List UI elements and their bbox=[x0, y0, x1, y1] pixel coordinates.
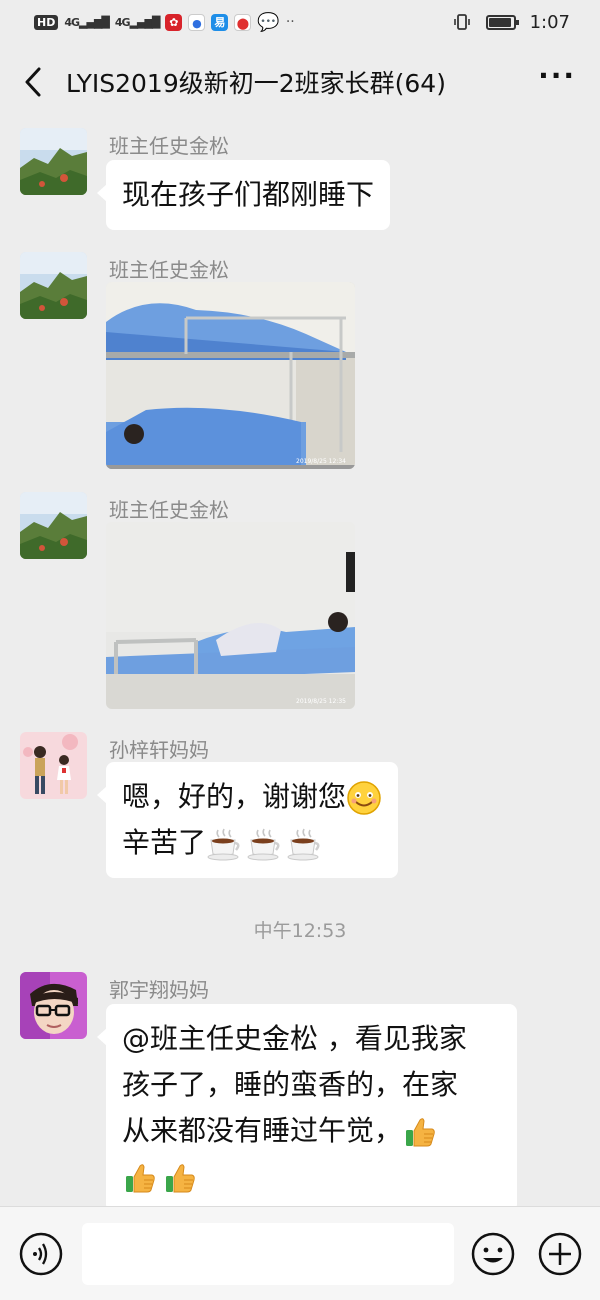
huawei-app-icon: ✿ bbox=[165, 13, 183, 31]
mountain-landscape-avatar-icon bbox=[20, 252, 87, 319]
photo-timestamp: 2019/8/25 12:34 bbox=[296, 458, 346, 465]
boy-glasses-avatar-icon bbox=[20, 972, 87, 1039]
photo-timestamp: 2019/8/25 12:35 bbox=[296, 698, 346, 705]
message-text-line: 嗯，好的，谢谢您 bbox=[122, 774, 382, 820]
sender-name: 班主任史金松 bbox=[109, 258, 229, 282]
maps-pin-icon: ⬤ bbox=[234, 13, 252, 31]
smile-emoji-icon bbox=[347, 781, 381, 815]
mountain-landscape-avatar-icon bbox=[20, 128, 87, 195]
coffee-emoji-icon bbox=[247, 828, 280, 861]
vibrate-icon bbox=[453, 14, 470, 30]
message-item: 郭宇翔妈妈 @班主任史金松 ，看见我家 孩子了，睡的蛮香的，在家 从来都没有睡过… bbox=[0, 966, 600, 1206]
message-item: 班主任史金松 2019/8/25 12:34 bbox=[0, 246, 600, 476]
clock: 1:07 bbox=[529, 11, 570, 33]
message-text-line: 孩子了，睡的蛮香的，在家 bbox=[122, 1068, 459, 1101]
emoji-face-icon bbox=[471, 1232, 515, 1276]
sender-avatar[interactable] bbox=[20, 972, 87, 1039]
emoji-button[interactable] bbox=[470, 1231, 516, 1277]
battery-level bbox=[488, 17, 511, 27]
message-bubble[interactable]: 嗯，好的，谢谢您 辛苦了 bbox=[96, 762, 399, 878]
mountain-landscape-avatar-icon bbox=[20, 492, 87, 559]
sender-name: 郭宇翔妈妈 bbox=[109, 978, 209, 1002]
message-input[interactable] bbox=[82, 1223, 454, 1285]
time-divider: 中午12:53 bbox=[253, 920, 347, 942]
message-item: 班主任史金松 现在孩子们都刚睡下 bbox=[0, 122, 600, 232]
message-list[interactable]: 班主任史金松 现在孩子们都刚睡下 班主任史金松 2019/8/25 12:34 … bbox=[0, 120, 600, 1206]
message-item: 孙梓轩妈妈 嗯，好的，谢谢您 辛苦了 bbox=[0, 726, 600, 886]
message-text: 现在孩子们都刚睡下 bbox=[122, 178, 375, 211]
message-item: 班主任史金松 2019/8/25 12:35 bbox=[0, 486, 600, 716]
more-dots-icon: ·· bbox=[285, 14, 295, 30]
back-chevron-icon bbox=[25, 67, 41, 97]
more-dots-icon: ··· bbox=[538, 59, 576, 92]
battery-icon bbox=[485, 14, 519, 30]
status-icons-right: 1:07 bbox=[452, 12, 570, 33]
back-button[interactable] bbox=[22, 62, 52, 102]
bed-photo: 2019/8/25 12:35 bbox=[106, 522, 355, 709]
message-text-line: 从来都没有睡过午觉， bbox=[122, 1108, 501, 1154]
coffee-emoji-icon bbox=[287, 828, 320, 861]
thumbs-up-emoji-icon bbox=[126, 1164, 155, 1193]
message-text-line: @班主任史金松 ，看见我家 bbox=[122, 1022, 467, 1055]
signal-4g-icon: 4G▂▄▆█ bbox=[64, 15, 110, 29]
thumbs-up-emoji-icon bbox=[166, 1164, 195, 1193]
message-bubble[interactable]: 现在孩子们都刚睡下 bbox=[96, 160, 391, 230]
thumbs-up-emoji-icon bbox=[406, 1118, 435, 1147]
plus-icon bbox=[538, 1232, 582, 1276]
message-text-line: 辛苦了 bbox=[122, 820, 382, 866]
more-functions-button[interactable] bbox=[537, 1231, 583, 1277]
message-bubble[interactable]: @班主任史金松 ，看见我家 孩子了，睡的蛮香的，在家 从来都没有睡过午觉， bbox=[97, 1004, 517, 1206]
coffee-emoji-icon bbox=[207, 828, 240, 861]
chat-header: LYIS2019级新初一2班家长群(64) ··· bbox=[0, 44, 600, 120]
voice-button[interactable] bbox=[18, 1231, 64, 1277]
voice-icon bbox=[19, 1232, 63, 1276]
more-button[interactable]: ··· bbox=[538, 62, 576, 98]
sender-avatar[interactable] bbox=[20, 128, 87, 195]
sender-avatar[interactable] bbox=[20, 732, 87, 799]
sender-avatar[interactable] bbox=[20, 492, 87, 559]
chat-bubble-icon: 💬 bbox=[257, 11, 280, 33]
baidu-app-icon: ● bbox=[188, 13, 206, 31]
sender-avatar[interactable] bbox=[20, 252, 87, 319]
status-icons-left: HD 4G▂▄▆█ 4G▂▄▆█ ✿ ● 易 ⬤ 💬 ·· bbox=[34, 12, 295, 33]
sender-name: 班主任史金松 bbox=[109, 134, 229, 158]
input-bar bbox=[0, 1206, 600, 1300]
hd-icon: HD bbox=[34, 14, 59, 30]
photo-message[interactable]: 2019/8/25 12:35 bbox=[106, 522, 355, 709]
app-icon: 易 bbox=[211, 13, 229, 31]
status-bar: HD 4G▂▄▆█ 4G▂▄▆█ ✿ ● 易 ⬤ 💬 ·· 1:07 bbox=[0, 0, 600, 44]
illustrated-couple-avatar-icon bbox=[20, 732, 87, 799]
bunk-bed-photo: 2019/8/25 12:34 bbox=[106, 282, 355, 469]
chat-title: LYIS2019级新初一2班家长群(64) bbox=[66, 69, 446, 98]
photo-message[interactable]: 2019/8/25 12:34 bbox=[106, 282, 355, 469]
signal-4g-icon: 4G▂▄▆█ bbox=[114, 15, 161, 29]
message-text-line bbox=[122, 1154, 501, 1200]
sender-name: 孙梓轩妈妈 bbox=[109, 738, 209, 762]
sender-name: 班主任史金松 bbox=[109, 498, 229, 522]
